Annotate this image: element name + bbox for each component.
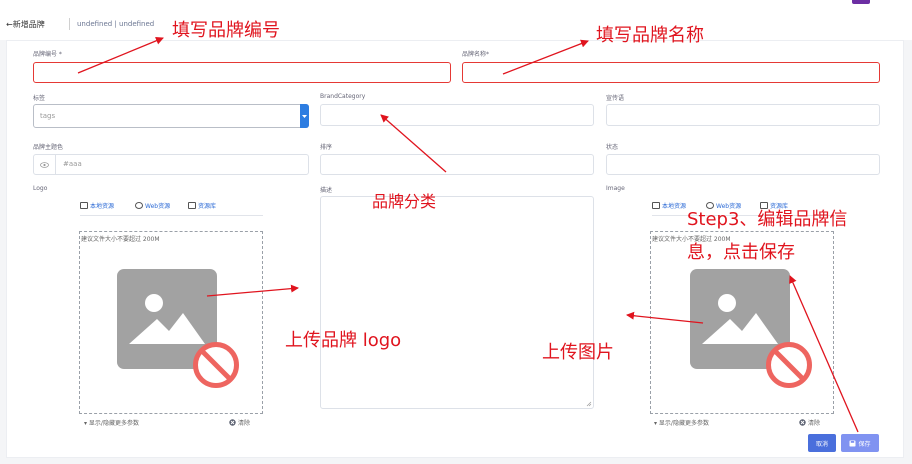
annotation-step3-line2: 息，点击保存 <box>687 242 795 263</box>
arrow-save <box>789 275 859 433</box>
arrow-logo <box>206 284 299 297</box>
arrow-image <box>626 311 704 324</box>
annotation-step3-line1: Step3、编辑品牌信 <box>687 209 848 230</box>
arrow-brand-code <box>77 36 164 74</box>
annotation-arrows <box>77 36 859 433</box>
annotation-fill-name: 填写品牌名称 <box>596 25 704 46</box>
annotation-upload-image: 上传图片 <box>542 342 614 363</box>
arrow-brand-category <box>380 114 447 173</box>
annotation-fill-code: 填写品牌编号 <box>172 20 280 41</box>
annotation-upload-logo: 上传品牌 logo <box>285 330 402 351</box>
arrow-brand-name <box>502 39 589 75</box>
annotation-category: 品牌分类 <box>372 192 437 211</box>
